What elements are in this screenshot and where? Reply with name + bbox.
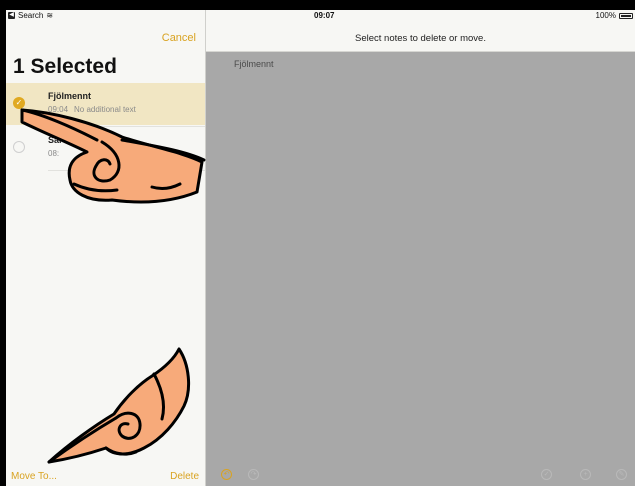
move-to-button[interactable]: Move To... <box>11 471 57 482</box>
pointing-hand-icon <box>20 108 206 204</box>
note-preview-title: Fjölmennt <box>234 59 274 69</box>
undo-icon[interactable]: ↶ <box>221 469 232 480</box>
back-label: Search <box>18 11 44 20</box>
pointing-hand-icon <box>47 347 191 464</box>
pen-icon[interactable]: ✎ <box>616 469 627 480</box>
redo-icon[interactable]: ↷ <box>248 469 259 480</box>
ipad-screen: ◀ Search ≋ 09:07 100% Cancel 1 Selected … <box>6 10 635 486</box>
battery-icon <box>619 12 633 19</box>
back-to-search[interactable]: ◀ Search ≋ <box>8 11 53 20</box>
detail-header-title: Select notes to delete or move. <box>355 33 486 44</box>
selection-count-title: 1 Selected <box>13 55 117 78</box>
checklist-icon[interactable]: ✓ <box>541 469 552 480</box>
status-time: 09:07 <box>314 11 335 20</box>
note-detail-pane: Select notes to delete or move. Fjölmenn… <box>206 10 635 486</box>
plus-icon[interactable]: + <box>580 469 591 480</box>
status-bar: ◀ Search ≋ 09:07 100% <box>6 10 635 22</box>
wifi-icon: ≋ <box>46 11 54 20</box>
battery-indicator: 100% <box>596 11 633 20</box>
cancel-button[interactable]: Cancel <box>162 32 196 44</box>
back-arrow-icon: ◀ <box>8 12 15 19</box>
delete-button[interactable]: Delete <box>170 471 199 482</box>
battery-percent: 100% <box>595 11 616 20</box>
